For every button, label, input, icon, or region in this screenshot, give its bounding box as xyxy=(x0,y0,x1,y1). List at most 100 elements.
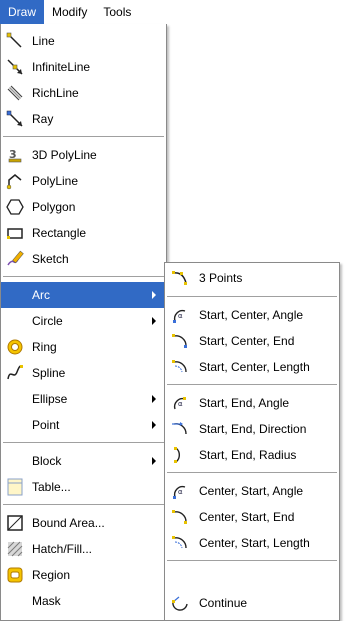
menu-item-point[interactable]: Point xyxy=(1,412,166,438)
menu-item-rectangle[interactable]: Rectangle xyxy=(1,220,166,246)
submenu-item-label: Start, Center, End xyxy=(199,334,295,348)
menu-item-line[interactable]: Line xyxy=(1,28,166,54)
hatch-fill-icon xyxy=(6,540,24,558)
submenu-arrow-icon xyxy=(152,291,156,299)
submenu-item-3-points[interactable]: 3 Points xyxy=(165,265,339,291)
menu-item-bound-area[interactable]: Bound Area... xyxy=(1,510,166,536)
submenu-item-start-end-radius[interactable]: Start, End, Radius xyxy=(165,442,339,468)
infinite-line-icon xyxy=(6,58,24,76)
separator xyxy=(167,472,337,473)
submenu-item-start-center-angle[interactable]: α Start, Center, Angle xyxy=(165,302,339,328)
rich-line-icon xyxy=(6,84,24,102)
menu-item-label: 3D PolyLine xyxy=(32,148,97,162)
menu-item-ring[interactable]: Ring xyxy=(1,334,166,360)
menu-item-ray[interactable]: Ray xyxy=(1,106,166,132)
sketch-icon xyxy=(6,250,24,268)
menu-item-label: Ring xyxy=(32,340,57,354)
menu-item-polygon[interactable]: Polygon xyxy=(1,194,166,220)
submenu-arrow-icon xyxy=(152,317,156,325)
menu-item-circle[interactable]: Circle xyxy=(1,308,166,334)
menu-draw[interactable]: Draw xyxy=(0,0,45,24)
menu-item-label: Polygon xyxy=(32,200,76,214)
separator xyxy=(167,560,337,561)
menu-item-label: Block xyxy=(32,454,62,468)
menu-item-label: Point xyxy=(32,418,60,432)
submenu-item-label: Continue xyxy=(199,596,248,610)
submenu-arrow-icon xyxy=(152,457,156,465)
submenu-item-center-start-angle[interactable]: α Center, Start, Angle xyxy=(165,478,339,504)
submenu-item-center-start-length[interactable]: Center, Start, Length xyxy=(165,530,339,556)
spline-icon xyxy=(6,364,24,382)
submenu-item-label: 3 Points xyxy=(199,271,243,285)
menu-item-table[interactable]: Table... xyxy=(1,474,166,500)
menu-item-label: Bound Area... xyxy=(32,516,105,530)
arc-center-start-angle-icon: α xyxy=(171,482,189,500)
submenu-item-label: Start, End, Direction xyxy=(199,422,307,436)
menu-tools[interactable]: Tools xyxy=(95,0,139,24)
arc-continue-icon xyxy=(171,594,189,612)
separator xyxy=(167,384,337,385)
menu-item-arc[interactable]: Arc xyxy=(1,282,166,308)
menu-item-label: Ray xyxy=(32,112,54,126)
separator xyxy=(3,442,164,443)
arc-3-points-icon xyxy=(171,269,189,287)
menu-item-label: Table... xyxy=(32,480,71,494)
submenu-item-start-end-angle[interactable]: α Start, End, Angle xyxy=(165,390,339,416)
menu-item-label: Spline xyxy=(32,366,66,380)
submenu-item-center-start-end[interactable]: Center, Start, End xyxy=(165,504,339,530)
arc-start-center-length-icon xyxy=(171,358,189,376)
ring-icon xyxy=(6,338,24,356)
svg-text:α: α xyxy=(178,312,183,320)
menu-item-hatch-fill[interactable]: Hatch/Fill... xyxy=(1,536,166,562)
table-icon xyxy=(6,478,24,496)
menu-item-mask[interactable]: Mask xyxy=(1,588,166,614)
menu-item-label: RichLine xyxy=(32,86,79,100)
3d-polyline-icon: 3 xyxy=(6,146,24,164)
menu-item-block[interactable]: Block xyxy=(1,448,166,474)
menu-item-label: Region xyxy=(32,568,71,582)
menu-modify[interactable]: Modify xyxy=(44,0,95,24)
menu-item-ellipse[interactable]: Ellipse xyxy=(1,386,166,412)
submenu-item-label: Start, End, Angle xyxy=(199,396,290,410)
menu-item-label: PolyLine xyxy=(32,174,79,188)
submenu-item-start-center-length[interactable]: Start, Center, Length xyxy=(165,354,339,380)
arc-start-center-angle-icon: α xyxy=(171,306,189,324)
menu-item-richline[interactable]: RichLine xyxy=(1,80,166,106)
submenu-item-continue[interactable]: Continue xyxy=(165,590,339,616)
arc-center-start-length-icon xyxy=(171,534,189,552)
menu-item-label: Circle xyxy=(32,314,63,328)
menu-bar: Draw Modify Tools xyxy=(0,0,357,24)
submenu-item-label: Start, End, Radius xyxy=(199,448,297,462)
menu-item-3d-polyline[interactable]: 3 3D PolyLine xyxy=(1,142,166,168)
bound-area-icon xyxy=(6,514,24,532)
submenu-item-label: Center, Start, Length xyxy=(199,536,310,550)
menu-item-spline[interactable]: Spline xyxy=(1,360,166,386)
menu-item-region[interactable]: Region xyxy=(1,562,166,588)
submenu-item-label: Center, Start, End xyxy=(199,510,295,524)
submenu-item-label: Center, Start, Angle xyxy=(199,484,304,498)
menu-item-label: Ellipse xyxy=(32,392,68,406)
menu-item-sketch[interactable]: Sketch xyxy=(1,246,166,272)
menu-item-label: Arc xyxy=(32,288,50,302)
separator xyxy=(3,136,164,137)
arc-submenu: 3 Points α Start, Center, Angle Start, C… xyxy=(164,262,340,621)
separator xyxy=(3,276,164,277)
arc-start-end-direction-icon xyxy=(171,420,189,438)
submenu-item-label: Start, Center, Angle xyxy=(199,308,304,322)
rectangle-icon xyxy=(6,224,24,242)
separator xyxy=(167,296,337,297)
menu-item-label: Rectangle xyxy=(32,226,87,240)
arc-start-center-end-icon xyxy=(171,332,189,350)
submenu-item-start-center-end[interactable]: Start, Center, End xyxy=(165,328,339,354)
menu-item-infiniteline[interactable]: InfiniteLine xyxy=(1,54,166,80)
submenu-item-start-end-direction[interactable]: Start, End, Direction xyxy=(165,416,339,442)
ray-icon xyxy=(6,110,24,128)
svg-text:α: α xyxy=(178,400,183,408)
submenu-arrow-icon xyxy=(152,421,156,429)
menu-item-polyline[interactable]: PolyLine xyxy=(1,168,166,194)
menu-item-label: InfiniteLine xyxy=(32,60,91,74)
svg-text:α: α xyxy=(178,488,183,496)
submenu-item-label: Start, Center, Length xyxy=(199,360,310,374)
submenu-arrow-icon xyxy=(152,395,156,403)
menu-item-label: Line xyxy=(32,34,55,48)
